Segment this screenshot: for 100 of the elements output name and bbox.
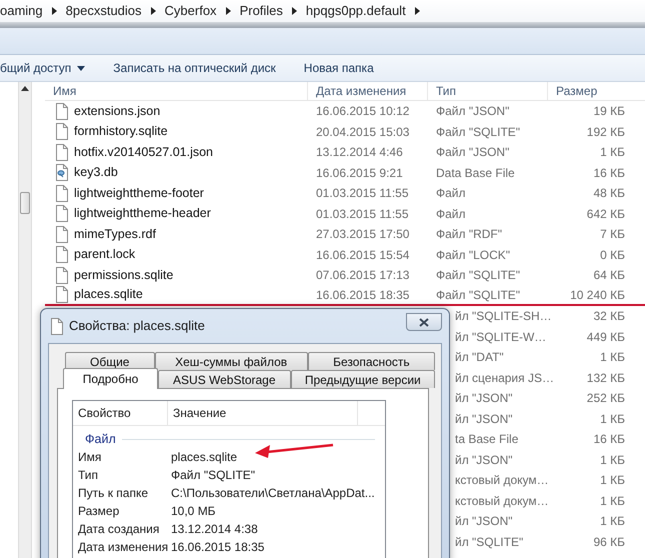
file-row[interactable]: formhistory.sqlite 20.04.2015 15:03 Файл "SQLITE" 192 КБ (45, 122, 645, 142)
file-size: 449 КБ (586, 330, 625, 344)
file-name[interactable]: hotfix.v20140527.01.json (74, 142, 213, 162)
file-size: 1 КБ (600, 514, 625, 528)
file-size: 132 КБ (586, 370, 625, 385)
column-header[interactable]: Размер (548, 82, 625, 100)
file-row[interactable]: extensions.json 16.06.2015 10:12 Файл "JSON" 19 КБ (45, 101, 645, 122)
breadcrumb-item[interactable]: hpqgs0pp.default (306, 1, 406, 21)
file-icon (55, 226, 68, 243)
property-name: Размер (77, 503, 120, 520)
file-size: 642 КБ (586, 206, 625, 221)
scroll-thumb[interactable] (20, 192, 30, 214)
selected-file-row[interactable]: places.sqlite 16.06.2015 18:35 Файл "SQLITE" 10 240 КБ (45, 286, 645, 306)
file-row[interactable]: key3.db 16.06.2015 9:21 Data Base File 16 КБ (45, 162, 645, 183)
close-button[interactable] (406, 313, 442, 331)
file-icon (50, 318, 63, 334)
file-icon (55, 123, 68, 140)
file-size: 1 КБ (600, 494, 625, 508)
file-type: Файл "LOCK" (436, 248, 510, 262)
group-label: Файл (85, 430, 116, 448)
breadcrumb-item[interactable]: Profiles (240, 1, 283, 21)
file-name[interactable]: mimeTypes.rdf (74, 224, 156, 244)
column-header[interactable]: Дата изменения (308, 82, 428, 100)
file-size: 1 КБ (600, 452, 625, 467)
file-name[interactable]: lightweighttheme-footer (74, 184, 204, 203)
toolbar-button[interactable]: Записать на оптический диск (99, 55, 290, 81)
property-value: 10,0 МБ (170, 503, 216, 520)
property-name: Дата создания (77, 521, 160, 538)
file-type: Файл "JSON" (436, 104, 510, 118)
file-date: 16.06.2015 9:21 (316, 166, 403, 180)
file-icon (55, 184, 68, 202)
file-date: 01.03.2015 11:55 (316, 186, 409, 200)
file-name[interactable]: extensions.json (74, 102, 160, 121)
file-icon (55, 266, 68, 284)
file-date: 20.04.2015 15:03 (316, 124, 410, 139)
file-row[interactable]: hotfix.v20140527.01.json 13.12.2014 4:46 Файл "JSON" 1 КБ (45, 142, 645, 162)
file-row[interactable]: lightweighttheme-footer 01.03.2015 11:55 Файл 48 КБ (45, 183, 645, 204)
file-type: йл "SQLITE" (455, 534, 524, 549)
file-type: Файл "SQLITE" (436, 288, 520, 302)
property-value: 16.06.2015 18:35 (170, 539, 264, 556)
file-row[interactable]: lightweighttheme-header 01.03.2015 11:55 Файл 642 КБ (45, 204, 645, 224)
chevron-icon (150, 7, 156, 15)
column-header[interactable]: Тип (428, 82, 548, 100)
database-file-icon (55, 164, 68, 182)
scrollbar[interactable] (18, 82, 32, 558)
file-type: Файл "RDF" (436, 227, 502, 242)
file-name[interactable]: places.sqlite (74, 285, 143, 304)
file-size: 1 КБ (600, 473, 625, 488)
toolbar-button[interactable]: Новая папка (290, 55, 388, 81)
file-row[interactable]: mimeTypes.rdf 27.03.2015 17:50 Файл "RDF" 7 КБ (45, 224, 645, 244)
chevron-icon (292, 7, 297, 15)
toolbar-button[interactable]: бщий доступ (0, 55, 100, 81)
file-icon (55, 102, 68, 120)
file-size: 64 КБ (593, 268, 625, 282)
column-header[interactable]: Значение (168, 401, 358, 425)
file-size: 19 КБ (593, 104, 625, 118)
chevron-icon (226, 7, 231, 15)
file-date: 01.03.2015 11:55 (316, 206, 409, 221)
close-icon (419, 318, 429, 326)
file-size: 96 КБ (593, 534, 625, 549)
file-type: кстовый докум… (455, 473, 549, 488)
file-name[interactable]: formhistory.sqlite (74, 122, 168, 142)
file-icon (55, 144, 68, 161)
tab[interactable]: Безопасность (308, 352, 435, 370)
breadcrumb-item[interactable]: 8pecxstudios (66, 1, 142, 21)
file-size: 192 КБ (586, 124, 625, 139)
column-header[interactable]: Свойство (73, 401, 168, 425)
property-name: Путь к папке (77, 485, 150, 502)
file-size: 1 КБ (600, 145, 625, 160)
file-row[interactable]: parent.lock 16.06.2015 15:54 Файл "LOCK" 0 КБ (45, 244, 645, 265)
chevron-icon (414, 7, 420, 15)
file-name[interactable]: permissions.sqlite (74, 266, 174, 285)
file-date: 27.03.2015 17:50 (316, 227, 410, 242)
file-type: йл "JSON" (455, 412, 513, 426)
file-type: Файл (436, 186, 466, 200)
file-size: 48 КБ (593, 186, 625, 200)
file-name[interactable]: key3.db (74, 163, 118, 182)
tab[interactable]: Подробно (63, 368, 158, 389)
breadcrumb-item[interactable]: oaming (0, 1, 43, 21)
file-type: йл "SQLITE-SH… (455, 309, 552, 324)
file-name[interactable]: parent.lock (74, 245, 136, 264)
file-date: 16.06.2015 15:54 (316, 248, 410, 262)
tab[interactable]: ASUS WebStorage (158, 370, 291, 388)
property-value: places.sqlite (170, 449, 238, 466)
tab[interactable]: Хеш-суммы файлов (154, 352, 308, 370)
file-size: 10 240 КБ (570, 288, 625, 302)
file-size: 252 КБ (586, 391, 625, 406)
file-name[interactable]: lightweighttheme-header (74, 204, 211, 224)
file-type: йл сценария JS… (455, 370, 554, 385)
file-row[interactable]: permissions.sqlite 07.06.2015 17:13 Файл "SQLITE" 64 КБ (45, 265, 645, 286)
property-name: Имя (77, 449, 102, 466)
scroll-up-icon (21, 86, 29, 91)
property-value: C:\Пользователи\Светлана\AppDat... (170, 485, 375, 502)
file-type: кстовый докум… (455, 494, 549, 508)
file-size: 1 КБ (600, 412, 625, 426)
breadcrumb-item[interactable]: Cyberfox (164, 1, 217, 21)
file-type: йл "SQLITE-W… (455, 330, 546, 344)
tab[interactable]: Предыдущие версии (290, 370, 435, 388)
column-header[interactable]: Имя (45, 82, 308, 100)
file-type: йл "DAT" (455, 350, 504, 364)
